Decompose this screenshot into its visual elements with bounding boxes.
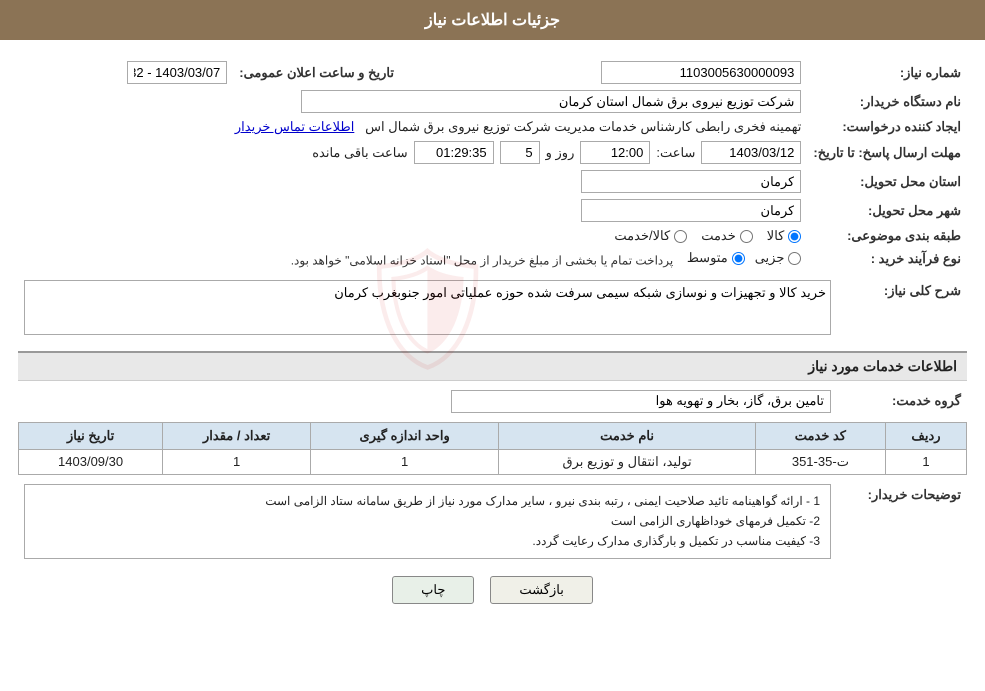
sharhKoli-textarea[interactable]: خرید کالا و تجهیزات و نوسازی شبکه سیمی س… [24, 280, 831, 335]
mohlat-roz-input[interactable] [500, 141, 540, 164]
page-header: جزئیات اطلاعات نیاز [0, 0, 985, 40]
ijadKonande-value: تهمینه فخری رابطی کارشناس خدمات مدیریت ش… [18, 116, 807, 138]
tosih-line: 3- کیفیت مناسب در تکمیل و بارگذاری مدارک… [35, 531, 820, 551]
groheKhadamat-input[interactable] [451, 390, 831, 413]
tabaghe-both-radio[interactable] [674, 230, 687, 243]
tabaghe-khadamat-label: خدمت [701, 228, 736, 244]
services-table: ردیف کد خدمت نام خدمت واحد اندازه گیری ت… [18, 422, 967, 475]
namDastgah-input[interactable] [301, 90, 801, 113]
page-title: جزئیات اطلاعات نیاز [425, 12, 560, 29]
nave-note: پرداخت تمام یا بخشی از مبلغ خریدار از مح… [291, 254, 674, 268]
ijadKonande-label: ایجاد کننده درخواست: [807, 116, 967, 138]
tosih-line: 2- تکمیل فرمهای خوداظهاری الزامی است [35, 511, 820, 531]
section-khadamat-title: اطلاعات خدمات مورد نیاز [18, 351, 967, 381]
mohlat-baqi-input[interactable] [414, 141, 494, 164]
naveFarayand-label: نوع فرآیند خرید : [807, 247, 967, 271]
table-cell: 1403/09/30 [19, 449, 163, 474]
page-wrapper: جزئیات اطلاعات نیاز شماره نیاز: تاریخ و … [0, 0, 985, 691]
announce-value [18, 58, 233, 87]
tabaghe-kala-radio[interactable] [788, 230, 801, 243]
shomareNiaz-value [400, 58, 807, 87]
mohlat-saat-input[interactable] [580, 141, 650, 164]
tosih-notes-box: 1 - ارائه گواهینامه تائید صلاحیت ایمنی ،… [24, 484, 831, 559]
sharh-watermark-area: 🛡 خرید کالا و تجهیزات و نوسازی شبکه سیمی… [24, 280, 831, 340]
ijadKonande-link[interactable]: اطلاعات تماس خریدار [235, 119, 354, 134]
col-tarikh: تاریخ نیاز [19, 422, 163, 449]
nave-motavasset-option[interactable]: متوسط [687, 250, 745, 266]
tabaghe-options: کالا خدمت کالا/خدمت [18, 225, 807, 247]
top-info-table: شماره نیاز: تاریخ و ساعت اعلان عمومی: نا… [18, 58, 967, 271]
groheKhadamat-value [18, 387, 837, 416]
shomareNiaz-label: شماره نیاز: [807, 58, 967, 87]
nave-motavasset-radio[interactable] [732, 252, 745, 265]
table-row: 1ت-35-351تولید، انتقال و توزیع برق111403… [19, 449, 967, 474]
grohe-table: گروه خدمت: [18, 387, 967, 416]
col-tedad: تعداد / مقدار [163, 422, 311, 449]
print-button[interactable]: چاپ [392, 576, 474, 604]
tabaghe-khadamat-option[interactable]: خدمت [701, 228, 753, 244]
mohlat-baqi-label: ساعت باقی مانده [312, 145, 407, 161]
nave-jozi-label: جزیی [755, 250, 785, 266]
namDastgah-value [18, 87, 807, 116]
tosihKharidar-label: توضیحات خریدار: [837, 481, 967, 562]
main-content: شماره نیاز: تاریخ و ساعت اعلان عمومی: نا… [0, 50, 985, 622]
nave-motavasset-label: متوسط [687, 250, 728, 266]
tabaghe-kala-khadamat-option[interactable]: کالا/خدمت [614, 228, 687, 244]
back-button[interactable]: بازگشت [490, 576, 592, 604]
announce-label: تاریخ و ساعت اعلان عمومی: [233, 58, 400, 87]
sharhKoli-value: 🛡 خرید کالا و تجهیزات و نوسازی شبکه سیمی… [18, 277, 837, 343]
tosih-table: توضیحات خریدار: 1 - ارائه گواهینامه تائی… [18, 481, 967, 562]
namDastgah-label: نام دستگاه خریدار: [807, 87, 967, 116]
mohlat-date-input[interactable] [701, 141, 801, 164]
table-cell: 1 [163, 449, 311, 474]
col-radif: ردیف [885, 422, 966, 449]
shomareNiaz-input[interactable] [601, 61, 801, 84]
announce-input[interactable] [127, 61, 227, 84]
sharhKoli-label: شرح کلی نیاز: [837, 277, 967, 343]
nave-jozi-option[interactable]: جزیی [755, 250, 802, 266]
tabaghe-khadamat-radio[interactable] [740, 230, 753, 243]
tabaghe-label: طبقه بندی موضوعی: [807, 225, 967, 247]
table-cell: ت-35-351 [755, 449, 885, 474]
table-cell: 1 [311, 449, 499, 474]
nave-jozi-radio[interactable] [788, 252, 801, 265]
mohlat-saat-label: ساعت: [656, 145, 695, 161]
tosihKharidar-value: 1 - ارائه گواهینامه تائید صلاحیت ایمنی ،… [18, 481, 837, 562]
col-nam: نام خدمت [499, 422, 756, 449]
tosih-line: 1 - ارائه گواهینامه تائید صلاحیت ایمنی ،… [35, 491, 820, 511]
naveFarayand-row: جزیی متوسط پرداخت تمام یا بخشی از مبلغ خ… [18, 247, 807, 271]
ostanTahvil-input[interactable] [581, 170, 801, 193]
shahrTahvil-label: شهر محل تحویل: [807, 196, 967, 225]
tabaghe-both-label: کالا/خدمت [614, 228, 670, 244]
shahrTahvil-input[interactable] [581, 199, 801, 222]
tabaghe-kala-label: کالا [767, 228, 785, 244]
ostanTahvil-value [18, 167, 807, 196]
mohlat-row: ساعت: روز و ساعت باقی مانده [18, 138, 807, 167]
ostanTahvil-label: استان محل تحویل: [807, 167, 967, 196]
table-cell: تولید، انتقال و توزیع برق [499, 449, 756, 474]
sharh-table: شرح کلی نیاز: 🛡 خرید کالا و تجهیزات و نو… [18, 277, 967, 343]
table-cell: 1 [885, 449, 966, 474]
button-row: بازگشت چاپ [18, 576, 967, 604]
col-vahed: واحد اندازه گیری [311, 422, 499, 449]
tabaghe-kala-option[interactable]: کالا [767, 228, 802, 244]
ijadKonande-text: تهمینه فخری رابطی کارشناس خدمات مدیریت ش… [365, 119, 801, 134]
col-kod: کد خدمت [755, 422, 885, 449]
mohlat-label: مهلت ارسال پاسخ: تا تاریخ: [807, 138, 967, 167]
groheKhadamat-label: گروه خدمت: [837, 387, 967, 416]
mohlat-roz-label: روز و [546, 145, 575, 161]
shahrTahvil-value [18, 196, 807, 225]
